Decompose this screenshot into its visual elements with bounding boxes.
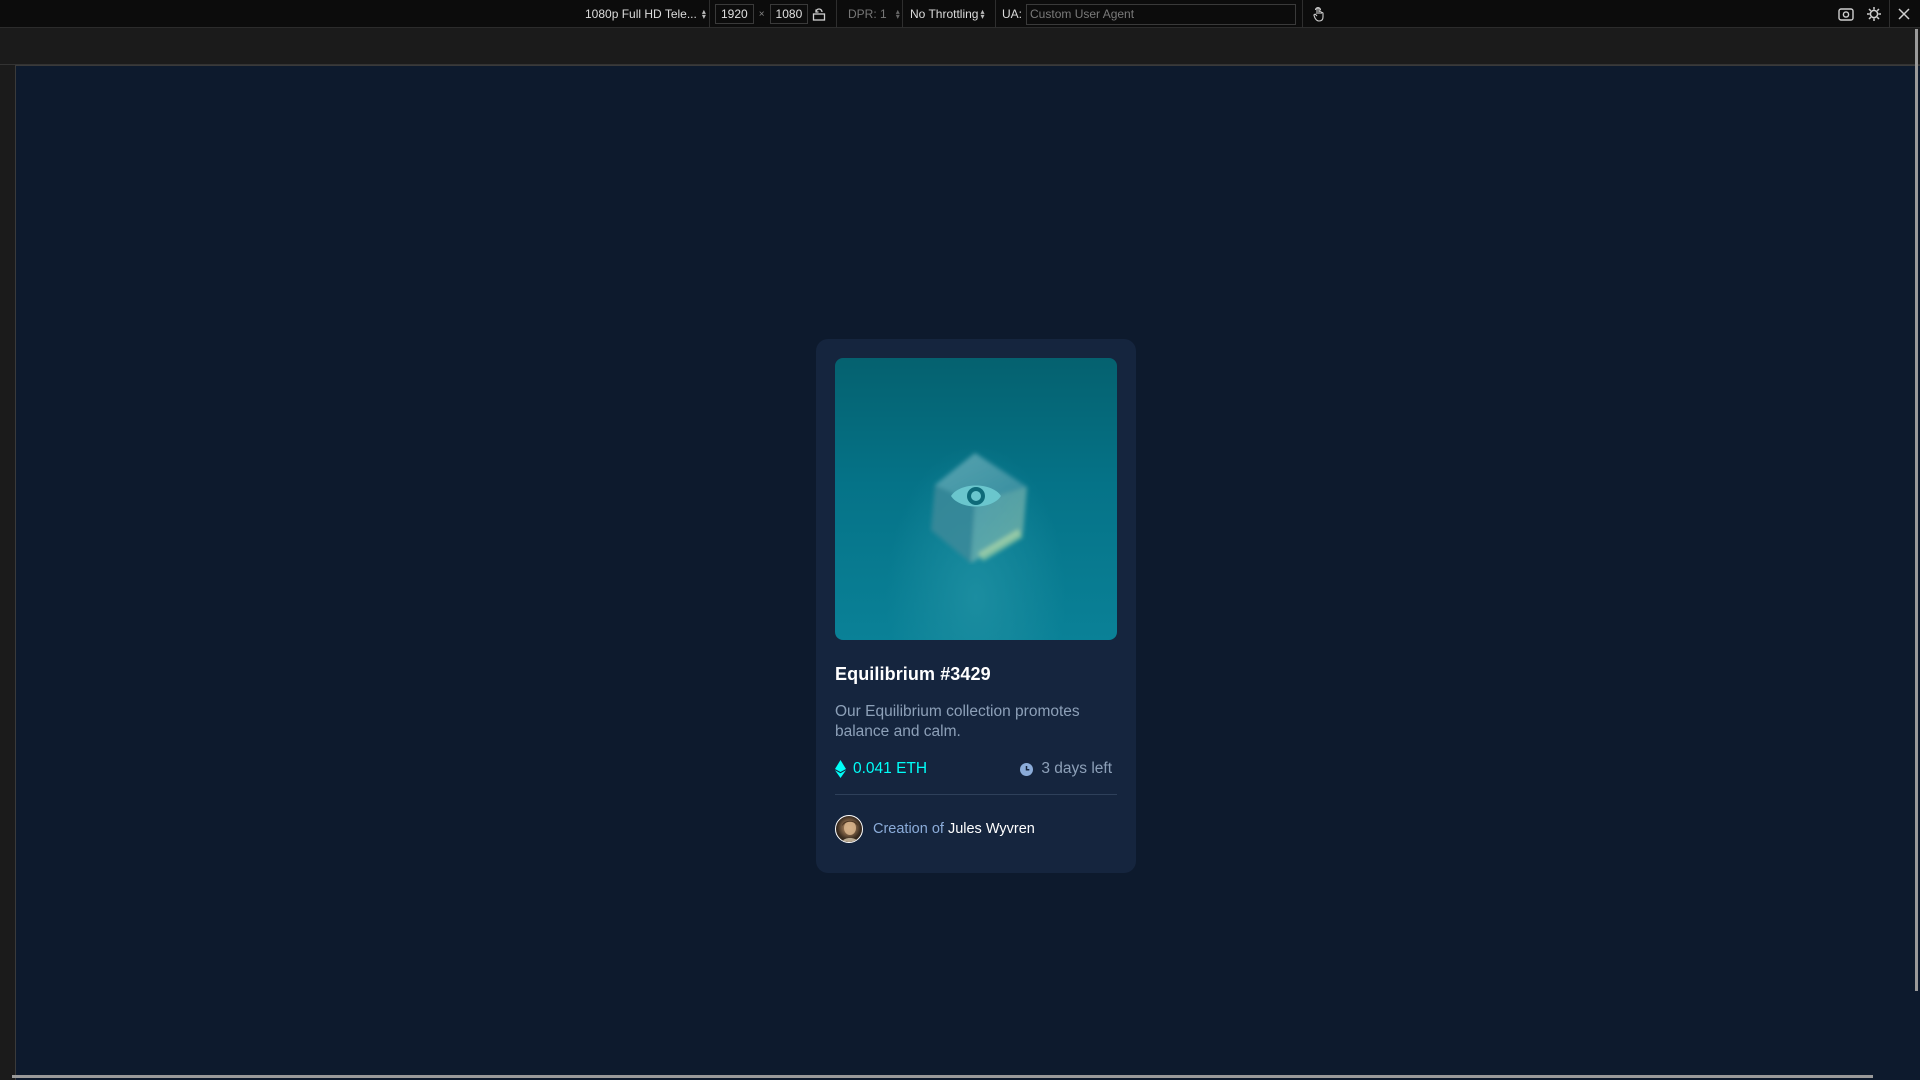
select-arrows-icon: ▴ ▾ bbox=[701, 7, 706, 21]
toolbar-divider bbox=[1302, 0, 1303, 28]
eye-icon bbox=[951, 485, 1001, 507]
horizontal-scrollbar[interactable] bbox=[12, 1075, 1873, 1078]
select-arrows-icon: ▴ ▾ bbox=[895, 7, 900, 21]
divider bbox=[835, 794, 1117, 795]
device-toolbar: 1080p Full HD Tele... ▴ ▾ 1920 × 1080 DPR… bbox=[0, 0, 1920, 28]
camera-icon[interactable] bbox=[1836, 4, 1856, 24]
gear-icon[interactable] bbox=[1864, 4, 1884, 24]
ua-label: UA: bbox=[1002, 7, 1023, 21]
toolbar-divider bbox=[836, 0, 837, 28]
creator-portrait bbox=[841, 820, 859, 842]
vertical-scrollbar[interactable] bbox=[1915, 29, 1918, 991]
rotate-icon[interactable] bbox=[809, 4, 829, 24]
time-left-value: 3 days left bbox=[1041, 760, 1112, 777]
toolbar-divider bbox=[902, 0, 903, 28]
nft-meta: 0.041 ETH 3 days left bbox=[835, 760, 1117, 778]
device-preset-label: 1080p Full HD Tele... bbox=[585, 7, 697, 21]
dpr-select[interactable]: DPR: 1 ▴ ▾ bbox=[848, 0, 900, 28]
price: 0.041 ETH bbox=[835, 760, 927, 778]
creator-row: Creation of Jules Wyvren bbox=[835, 815, 1117, 843]
throttling-select[interactable]: No Throttling ▴ ▾ bbox=[910, 0, 985, 28]
toolbar-divider bbox=[709, 0, 710, 28]
device-preset-select[interactable]: 1080p Full HD Tele... ▴ ▾ bbox=[585, 0, 706, 28]
height-input[interactable]: 1080 bbox=[769, 4, 809, 24]
avatar bbox=[835, 815, 863, 843]
creator-name-link[interactable]: Jules Wyvren bbox=[948, 821, 1035, 837]
ruler-strip bbox=[0, 29, 1920, 65]
width-input[interactable]: 1920 bbox=[715, 4, 754, 24]
close-icon[interactable] bbox=[1894, 4, 1914, 24]
nft-preview-card: Equilibrium #3429 Our Equilibrium collec… bbox=[816, 339, 1136, 873]
nft-image[interactable] bbox=[835, 358, 1117, 640]
creator-prefix: Creation of bbox=[873, 821, 944, 837]
user-agent-group: UA: bbox=[1002, 0, 1297, 28]
time-left: 3 days left bbox=[1020, 760, 1112, 778]
times-symbol: × bbox=[758, 8, 765, 20]
ethereum-icon bbox=[835, 760, 846, 778]
toolbar-divider bbox=[995, 0, 996, 28]
nft-description: Our Equilibrium collection promotes bala… bbox=[835, 703, 1080, 740]
nft-title[interactable]: Equilibrium #3429 bbox=[835, 664, 1117, 685]
user-agent-input[interactable] bbox=[1026, 3, 1297, 25]
price-value: 0.041 ETH bbox=[853, 760, 928, 777]
toolbar-divider bbox=[1889, 0, 1890, 28]
select-arrows-icon: ▴ ▾ bbox=[980, 7, 985, 21]
touch-hand-icon[interactable] bbox=[1309, 4, 1329, 24]
throttling-label: No Throttling bbox=[910, 7, 979, 21]
clock-icon bbox=[1020, 762, 1034, 776]
dpr-label: DPR: 1 bbox=[848, 7, 887, 21]
dimensions-group: 1920 × 1080 bbox=[715, 0, 809, 28]
